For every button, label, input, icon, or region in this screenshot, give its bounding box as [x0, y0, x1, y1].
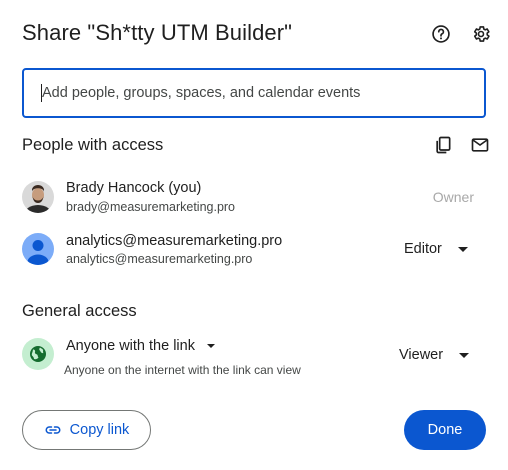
general-access-dropdown[interactable]: Anyone with the link — [66, 338, 215, 354]
person-name: Brady Hancock (you) — [66, 180, 202, 196]
editor-role-dropdown[interactable]: Editor — [404, 241, 468, 257]
access-description: Anyone on the internet with the link can… — [64, 363, 301, 377]
copy-link-button[interactable]: Copy link — [22, 410, 151, 450]
viewer-role-dropdown[interactable]: Viewer — [399, 347, 470, 363]
globe-icon — [22, 338, 54, 370]
role-label: Viewer — [399, 347, 444, 363]
caret-down-icon — [459, 352, 470, 358]
done-button[interactable]: Done — [404, 410, 486, 450]
avatar — [22, 181, 54, 213]
copy-icon[interactable] — [432, 134, 454, 156]
people-with-access-heading: People with access — [22, 136, 164, 154]
person-email: analytics@measuremarketing.pro — [66, 252, 253, 266]
link-icon — [44, 421, 62, 439]
text-cursor — [41, 84, 42, 102]
copy-link-label: Copy link — [69, 422, 130, 438]
role-label: Editor — [404, 241, 442, 257]
owner-role-label: Owner — [432, 189, 474, 205]
general-access-heading: General access — [22, 302, 137, 320]
person-name: analytics@measuremarketing.pro — [66, 233, 283, 249]
caret-down-icon — [457, 246, 468, 252]
access-level-label: Anyone with the link — [66, 338, 195, 354]
help-icon[interactable] — [430, 23, 452, 45]
gear-icon[interactable] — [470, 23, 492, 45]
person-email: brady@measuremarketing.pro — [66, 200, 236, 214]
mail-icon[interactable] — [469, 134, 491, 156]
add-people-input[interactable] — [22, 68, 486, 118]
caret-down-icon — [206, 344, 215, 348]
default-avatar-icon — [22, 233, 54, 265]
dialog-title: Share "Sh*tty UTM Builder" — [22, 20, 293, 45]
